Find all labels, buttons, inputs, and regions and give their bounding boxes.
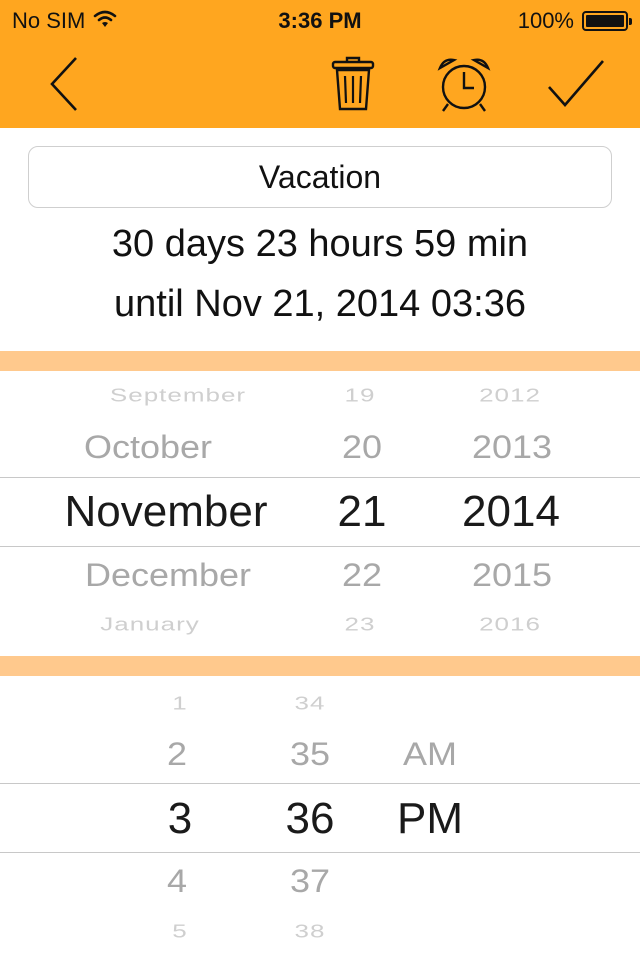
- picker-year-option[interactable]: 2016: [440, 613, 580, 635]
- trash-icon: [331, 56, 375, 112]
- alarm-button[interactable]: [428, 48, 500, 120]
- time-picker[interactable]: 1 2 3 4 5 34 35 36 37 38 AM PM: [0, 676, 640, 960]
- picker-year-option[interactable]: 2015: [442, 556, 582, 594]
- checkmark-icon: [545, 57, 607, 111]
- selection-line-bottom: [0, 546, 640, 547]
- date-picker[interactable]: September October November December Janu…: [0, 371, 640, 656]
- picker-day-option[interactable]: 22: [312, 556, 412, 594]
- picker-month-option[interactable]: October: [20, 428, 276, 466]
- picker-month-option[interactable]: January: [22, 613, 278, 635]
- picker-period-option[interactable]: AM: [380, 735, 480, 773]
- picker-minute-option[interactable]: 35: [260, 735, 360, 773]
- countdown-target-date: until Nov 21, 2014 03:36: [114, 283, 526, 325]
- battery-percent: 100%: [517, 8, 574, 33]
- picker-period-selected[interactable]: PM: [380, 794, 480, 844]
- picker-hour-option[interactable]: 4: [137, 862, 217, 900]
- toolbar: [0, 40, 640, 128]
- alarm-clock-icon: [434, 54, 494, 114]
- event-title-field[interactable]: Vacation: [28, 146, 612, 208]
- picker-hour-option[interactable]: 5: [140, 920, 220, 942]
- picker-minute-option[interactable]: 34: [260, 692, 360, 714]
- picker-hour-option[interactable]: 2: [137, 735, 217, 773]
- back-button[interactable]: [28, 48, 100, 120]
- picker-year-selected[interactable]: 2014: [441, 487, 581, 537]
- picker-month-option[interactable]: September: [50, 384, 306, 406]
- picker-minute-option[interactable]: 37: [260, 862, 360, 900]
- picker-month-selected[interactable]: November: [38, 487, 294, 537]
- delete-button[interactable]: [317, 48, 389, 120]
- separator-top: [0, 351, 640, 371]
- separator-bottom: [0, 656, 640, 676]
- picker-year-option[interactable]: 2012: [440, 384, 580, 406]
- picker-day-selected[interactable]: 21: [312, 487, 412, 537]
- back-chevron-icon: [44, 54, 84, 114]
- battery-icon: [582, 11, 632, 31]
- selection-line-top: [0, 477, 640, 478]
- countdown-remaining: 30 days 23 hours 59 min: [111, 223, 529, 265]
- selection-line-bottom: [0, 852, 640, 853]
- status-bar: No SIM 3:36 PM 100%: [0, 0, 640, 40]
- picker-day-option[interactable]: 23: [310, 613, 410, 635]
- picker-hour-selected[interactable]: 3: [140, 794, 220, 844]
- event-title: Vacation: [258, 158, 382, 195]
- picker-day-option[interactable]: 20: [312, 428, 412, 466]
- picker-day-option[interactable]: 19: [310, 384, 410, 406]
- save-button[interactable]: [540, 48, 612, 120]
- picker-minute-option[interactable]: 38: [260, 920, 360, 942]
- picker-hour-option[interactable]: 1: [140, 692, 220, 714]
- picker-year-option[interactable]: 2013: [442, 428, 582, 466]
- header-bar: No SIM 3:36 PM 100%: [0, 0, 640, 128]
- selection-line-top: [0, 783, 640, 784]
- battery-group: 100%: [517, 8, 632, 34]
- picker-month-option[interactable]: December: [40, 556, 296, 594]
- picker-minute-selected[interactable]: 36: [260, 794, 360, 844]
